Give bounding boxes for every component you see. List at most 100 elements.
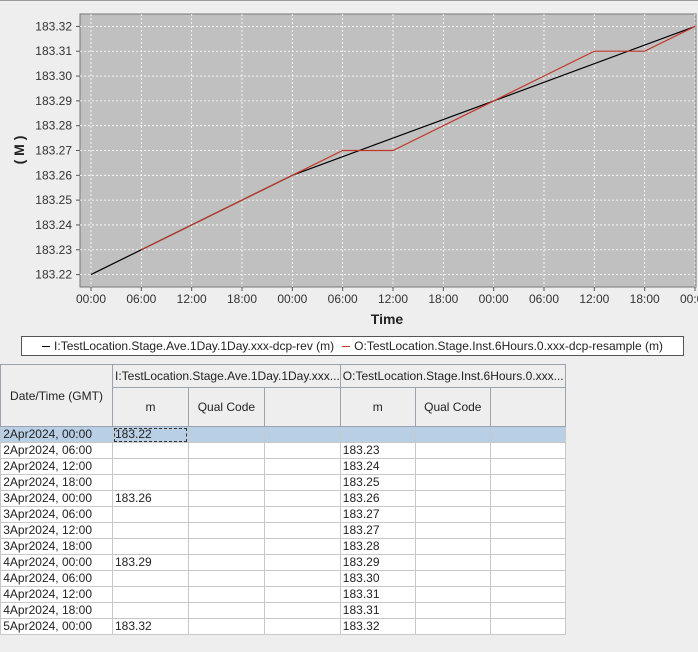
output-qual-cell[interactable]	[414, 522, 491, 539]
input-extra-cell[interactable]	[263, 554, 341, 571]
input-extra-cell[interactable]	[263, 586, 341, 603]
table-row[interactable]: 4Apr2024, 06:00 183.30	[0, 570, 566, 587]
table-row[interactable]: 3Apr2024, 18:00 183.28	[0, 538, 566, 555]
input-extra-cell[interactable]	[263, 570, 341, 587]
datetime-column-header[interactable]: Date/Time (GMT)	[0, 364, 113, 427]
input-qual-cell[interactable]	[187, 474, 265, 491]
output-value-cell[interactable]	[339, 426, 416, 443]
table-row[interactable]: 4Apr2024, 12:00 183.31	[0, 586, 566, 603]
output-extra-cell[interactable]	[489, 538, 566, 555]
output-extra-cell[interactable]	[489, 458, 566, 475]
output-extra-cell[interactable]	[489, 442, 566, 459]
output-qual-cell[interactable]	[414, 618, 491, 635]
output-extra-cell[interactable]	[489, 506, 566, 523]
output-qual-cell[interactable]	[414, 426, 491, 443]
output-qual-cell[interactable]	[414, 602, 491, 619]
output-value-cell[interactable]: 183.30	[339, 570, 416, 587]
input-value-cell[interactable]	[112, 442, 189, 459]
table-row[interactable]: 2Apr2024, 12:00 183.24	[0, 458, 566, 475]
output-extra-cell[interactable]	[489, 570, 566, 587]
datetime-cell[interactable]: 3Apr2024, 12:00	[0, 522, 113, 539]
table-row[interactable]: 3Apr2024, 12:00 183.27	[0, 522, 566, 539]
datetime-cell[interactable]: 4Apr2024, 06:00	[0, 570, 113, 587]
output-extra-cell[interactable]	[489, 474, 566, 491]
input-value-cell[interactable]: 183.26	[112, 490, 189, 507]
input-extra-cell[interactable]	[263, 522, 341, 539]
output-value-cell[interactable]: 183.23	[339, 442, 416, 459]
input-extra-cell[interactable]	[263, 474, 341, 491]
input-extra-cell[interactable]	[263, 618, 341, 635]
input-qual-cell[interactable]	[187, 458, 265, 475]
output-qual-cell[interactable]	[414, 506, 491, 523]
input-extra-header[interactable]	[263, 387, 341, 427]
input-extra-cell[interactable]	[263, 538, 341, 555]
series-output-header[interactable]: O:TestLocation.Stage.Inst.6Hours.0.xxx..…	[339, 364, 566, 388]
output-qual-cell[interactable]	[414, 554, 491, 571]
input-value-cell[interactable]: 183.32	[112, 618, 189, 635]
input-qual-cell[interactable]	[187, 554, 265, 571]
table-row[interactable]: 4Apr2024, 18:00 183.31	[0, 602, 566, 619]
series-input-header[interactable]: I:TestLocation.Stage.Ave.1Day.1Day.xxx..…	[112, 364, 341, 388]
output-extra-header[interactable]	[489, 387, 566, 427]
datetime-cell[interactable]: 2Apr2024, 06:00	[0, 442, 113, 459]
output-extra-cell[interactable]	[489, 554, 566, 571]
table-row[interactable]: 2Apr2024, 06:00 183.23	[0, 442, 566, 459]
output-value-cell[interactable]: 183.27	[339, 522, 416, 539]
datetime-cell[interactable]: 4Apr2024, 00:00	[0, 554, 113, 571]
input-extra-cell[interactable]	[263, 490, 341, 507]
input-qual-cell[interactable]	[187, 602, 265, 619]
input-qual-cell[interactable]	[187, 538, 265, 555]
input-qual-cell[interactable]	[187, 442, 265, 459]
table-row[interactable]: 2Apr2024, 18:00 183.25	[0, 474, 566, 491]
output-extra-cell[interactable]	[489, 426, 566, 443]
datetime-cell[interactable]: 4Apr2024, 18:00	[0, 602, 113, 619]
datetime-cell[interactable]: 2Apr2024, 12:00	[0, 458, 113, 475]
input-value-cell[interactable]: 183.22	[112, 426, 189, 443]
output-value-cell[interactable]: 183.24	[339, 458, 416, 475]
output-qual-cell[interactable]	[414, 458, 491, 475]
datetime-cell[interactable]: 3Apr2024, 18:00	[0, 538, 113, 555]
output-value-cell[interactable]: 183.31	[339, 586, 416, 603]
output-qual-cell[interactable]	[414, 474, 491, 491]
output-value-cell[interactable]: 183.27	[339, 506, 416, 523]
datetime-cell[interactable]: 2Apr2024, 00:00	[0, 426, 113, 443]
input-extra-cell[interactable]	[263, 602, 341, 619]
input-qual-cell[interactable]	[187, 586, 265, 603]
output-value-cell[interactable]: 183.29	[339, 554, 416, 571]
output-extra-cell[interactable]	[489, 618, 566, 635]
input-unit-header[interactable]: m	[112, 387, 189, 427]
input-value-cell[interactable]	[112, 474, 189, 491]
output-value-cell[interactable]: 183.31	[339, 602, 416, 619]
datetime-cell[interactable]: 3Apr2024, 00:00	[0, 490, 113, 507]
input-qual-cell[interactable]	[187, 506, 265, 523]
output-extra-cell[interactable]	[489, 490, 566, 507]
input-qual-code-header[interactable]: Qual Code	[187, 387, 265, 427]
table-row[interactable]: 3Apr2024, 00:00 183.26 183.26	[0, 490, 566, 507]
datetime-cell[interactable]: 5Apr2024, 00:00	[0, 618, 113, 635]
input-value-cell[interactable]	[112, 570, 189, 587]
input-extra-cell[interactable]	[263, 442, 341, 459]
table-row[interactable]: 2Apr2024, 00:00 183.22	[0, 426, 566, 443]
output-value-cell[interactable]: 183.25	[339, 474, 416, 491]
input-value-cell[interactable]	[112, 506, 189, 523]
output-extra-cell[interactable]	[489, 522, 566, 539]
output-qual-cell[interactable]	[414, 442, 491, 459]
input-extra-cell[interactable]	[263, 426, 341, 443]
input-qual-cell[interactable]	[187, 426, 265, 443]
datetime-cell[interactable]: 3Apr2024, 06:00	[0, 506, 113, 523]
output-extra-cell[interactable]	[489, 602, 566, 619]
input-qual-cell[interactable]	[187, 522, 265, 539]
output-unit-header[interactable]: m	[339, 387, 416, 427]
output-qual-cell[interactable]	[414, 570, 491, 587]
input-extra-cell[interactable]	[263, 506, 341, 523]
output-qual-cell[interactable]	[414, 538, 491, 555]
input-value-cell[interactable]	[112, 586, 189, 603]
table-row[interactable]: 4Apr2024, 00:00 183.29 183.29	[0, 554, 566, 571]
output-value-cell[interactable]: 183.32	[339, 618, 416, 635]
input-value-cell[interactable]: 183.29	[112, 554, 189, 571]
input-value-cell[interactable]	[112, 458, 189, 475]
output-qual-cell[interactable]	[414, 490, 491, 507]
output-qual-code-header[interactable]: Qual Code	[414, 387, 491, 427]
input-qual-cell[interactable]	[187, 618, 265, 635]
table-row[interactable]: 5Apr2024, 00:00 183.32 183.32	[0, 618, 566, 635]
